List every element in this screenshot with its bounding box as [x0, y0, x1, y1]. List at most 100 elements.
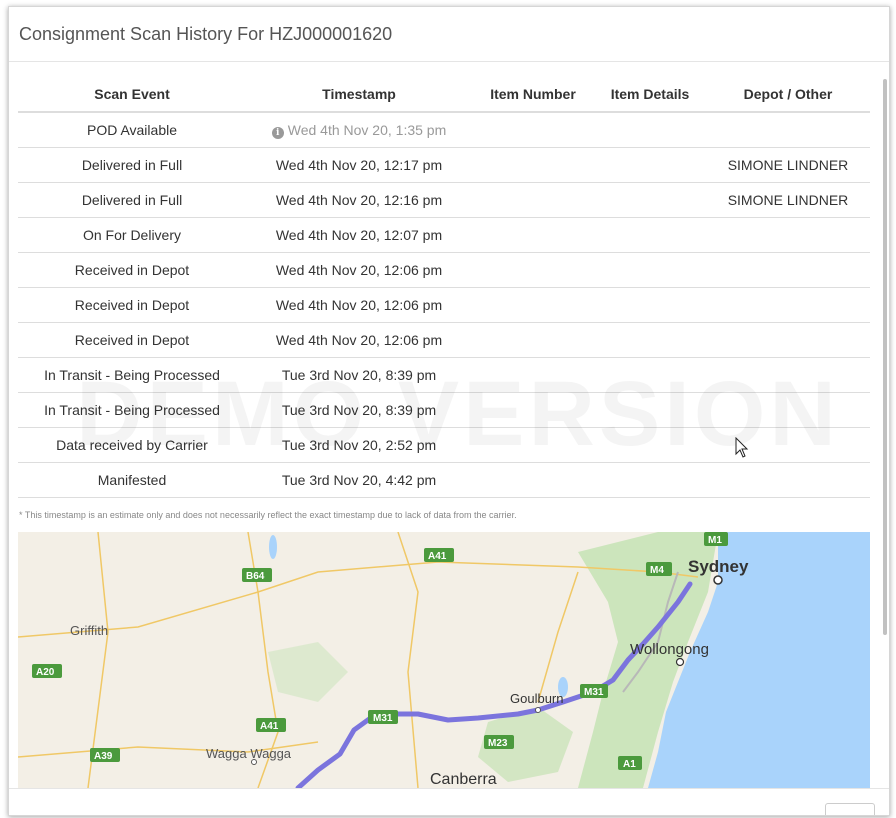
timestamp-cell: Wed 4th Nov 20, 12:16 pm: [246, 182, 472, 218]
timestamp-footnote: * This timestamp is an estimate only and…: [19, 510, 517, 520]
scan-event-cell: Delivered in Full: [18, 182, 246, 218]
depot-cell: [706, 392, 870, 428]
header-scan-event: Scan Event: [18, 77, 246, 113]
modal-title: Consignment Scan History For HZJ00000162…: [19, 23, 393, 44]
timestamp-cell: Tue 3rd Nov 20, 8:39 pm: [246, 392, 472, 428]
item-details-cell: [594, 357, 706, 393]
table-row: Manifested Tue 3rd Nov 20, 4:42 pm: [18, 462, 870, 498]
item-number-cell: [472, 462, 594, 498]
depot-cell: [706, 462, 870, 498]
item-details-cell: [594, 112, 706, 148]
shield-a41-mid: A41: [260, 721, 279, 732]
timestamp-cell: i Wed 4th Nov 20, 1:35 pm: [246, 112, 472, 148]
wollongong-dot: [675, 657, 685, 667]
scan-event-cell: On For Delivery: [18, 217, 246, 253]
item-number-cell: [472, 357, 594, 393]
header-item-number: Item Number: [472, 77, 594, 113]
table-row: Delivered in Full Wed 4th Nov 20, 12:16 p…: [18, 182, 870, 218]
item-details-cell: [594, 182, 706, 218]
label-canberra: Canberra: [430, 771, 497, 788]
shield-a39: A39: [94, 751, 113, 762]
goulburn-dot: [535, 707, 541, 713]
close-button[interactable]: [825, 803, 875, 815]
shield-a1: A1: [623, 759, 636, 770]
table-row: Received in Depot Wed 4th Nov 20, 12:06 p…: [18, 252, 870, 288]
scrollbar[interactable]: [883, 79, 887, 635]
table-row: Received in Depot Wed 4th Nov 20, 12:06 p…: [18, 287, 870, 323]
shield-m31-west: M31: [373, 713, 393, 724]
timestamp-text: Wed 4th Nov 20, 1:35 pm: [287, 121, 447, 138]
scan-event-cell: POD Available: [18, 112, 246, 148]
depot-cell: [706, 287, 870, 323]
item-details-cell: [594, 462, 706, 498]
item-number-cell: [472, 112, 594, 148]
item-number-cell: [472, 182, 594, 218]
item-details-cell: [594, 322, 706, 358]
depot-cell: [706, 322, 870, 358]
depot-cell: SIMONE LINDNER: [706, 182, 870, 218]
lake: [269, 535, 277, 559]
item-details-cell: [594, 287, 706, 323]
sydney-dot: [713, 575, 723, 585]
depot-cell: [706, 357, 870, 393]
table-row: In Transit - Being Processed Tue 3rd Nov …: [18, 357, 870, 393]
table-header-row: Scan Event Timestamp Item Number Item De…: [18, 77, 870, 113]
scan-event-cell: In Transit - Being Processed: [18, 357, 246, 393]
timestamp-cell: Wed 4th Nov 20, 12:17 pm: [246, 147, 472, 183]
modal-header: Consignment Scan History For HZJ00000162…: [9, 7, 889, 62]
item-details-cell: [594, 427, 706, 463]
label-wagga: Wagga Wagga: [206, 746, 292, 761]
depot-cell: SIMONE LINDNER: [706, 147, 870, 183]
map-canvas[interactable]: Sydney Wollongong Goulburn Canberra Wagg…: [18, 532, 870, 788]
mouse-pointer-icon: [735, 437, 749, 458]
table-row: POD Available i Wed 4th Nov 20, 1:35 pm: [18, 112, 870, 148]
item-details-cell: [594, 147, 706, 183]
item-number-cell: [472, 217, 594, 253]
item-number-cell: [472, 427, 594, 463]
timestamp-cell: Tue 3rd Nov 20, 4:42 pm: [246, 462, 472, 498]
shield-m1: M1: [708, 535, 722, 546]
depot-cell: [706, 217, 870, 253]
item-details-cell: [594, 392, 706, 428]
item-number-cell: [472, 147, 594, 183]
header-item-details: Item Details: [594, 77, 706, 113]
scan-event-cell: Data received by Carrier: [18, 427, 246, 463]
item-number-cell: [472, 322, 594, 358]
scan-event-cell: In Transit - Being Processed: [18, 392, 246, 428]
route-map[interactable]: Sydney Wollongong Goulburn Canberra Wagg…: [18, 532, 870, 788]
label-sydney: Sydney: [688, 557, 749, 576]
item-number-cell: [472, 392, 594, 428]
timestamp-cell: Wed 4th Nov 20, 12:06 pm: [246, 252, 472, 288]
scan-event-cell: Received in Depot: [18, 322, 246, 358]
depot-cell: [706, 427, 870, 463]
shield-b64: B64: [246, 571, 265, 582]
scan-event-cell: Received in Depot: [18, 252, 246, 288]
table-row: Received in Depot Wed 4th Nov 20, 12:06 p…: [18, 322, 870, 358]
table-row: In Transit - Being Processed Tue 3rd Nov …: [18, 392, 870, 428]
shield-m31-east: M31: [584, 687, 604, 698]
info-circle-icon[interactable]: i: [271, 126, 284, 139]
timestamp-cell: Tue 3rd Nov 20, 8:39 pm: [246, 357, 472, 393]
scan-history-modal: Consignment Scan History For HZJ00000162…: [8, 6, 890, 816]
table-row: Delivered in Full Wed 4th Nov 20, 12:17 p…: [18, 147, 870, 183]
timestamp-cell: Tue 3rd Nov 20, 2:52 pm: [246, 427, 472, 463]
shield-m4: M4: [650, 565, 664, 576]
shield-a41-top: A41: [428, 551, 447, 562]
scan-history-table: Scan Event Timestamp Item Number Item De…: [18, 77, 870, 498]
scan-event-cell: Received in Depot: [18, 287, 246, 323]
scan-event-cell: Delivered in Full: [18, 147, 246, 183]
label-wollongong: Wollongong: [630, 641, 709, 658]
item-number-cell: [472, 287, 594, 323]
depot-cell: [706, 112, 870, 148]
item-number-cell: [472, 252, 594, 288]
shield-m23: M23: [488, 738, 508, 749]
depot-cell: [706, 252, 870, 288]
table-row: On For Delivery Wed 4th Nov 20, 12:07 pm: [18, 217, 870, 253]
label-griffith: Griffith: [70, 623, 108, 638]
label-goulburn: Goulburn: [510, 691, 563, 706]
header-timestamp: Timestamp: [246, 77, 472, 113]
header-depot: Depot / Other: [706, 77, 870, 113]
shield-a20: A20: [36, 667, 55, 678]
item-details-cell: [594, 252, 706, 288]
scan-event-cell: Manifested: [18, 462, 246, 498]
